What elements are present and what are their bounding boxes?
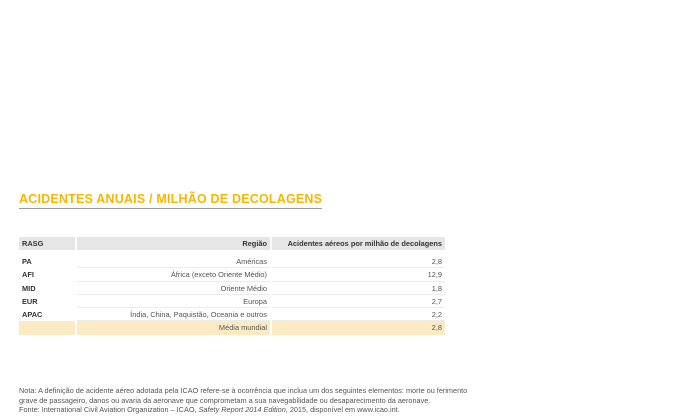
cell-region: África (exceto Oriente Médio) xyxy=(77,268,270,282)
cell-value: 2,8 xyxy=(272,321,445,335)
footnote: Nota: A definição de acidente aéreo adot… xyxy=(19,386,579,415)
cell-region: Média mundial xyxy=(77,321,270,335)
table-row: MID Oriente Médio 1,8 xyxy=(19,282,445,295)
cell-region: Europa xyxy=(77,295,270,309)
source-line: Fonte: International Civil Aviation Orga… xyxy=(19,405,579,415)
page-title: ACIDENTES ANUAIS / MILHÃO DE DECOLAGENS xyxy=(19,192,323,209)
source-prefix: Fonte: International Civil Aviation Orga… xyxy=(19,405,199,414)
table-row: EUR Europa 2,7 xyxy=(19,295,445,309)
source-title: Safety Report 2014 Edition xyxy=(198,405,286,414)
cell-value: 2,2 xyxy=(272,308,445,322)
table-header: RASG Região Acidentes aéreos por milhão … xyxy=(19,237,445,250)
header-code: RASG xyxy=(19,237,75,250)
table-row: AFI África (exceto Oriente Médio) 12,9 xyxy=(19,268,445,282)
cell-region: Américas xyxy=(77,255,270,269)
cell-region: Oriente Médio xyxy=(77,282,270,295)
cell-value: 12,9 xyxy=(272,268,445,282)
table-row: PA Américas 2,8 xyxy=(19,255,445,269)
cell-value: 2,7 xyxy=(272,295,445,309)
cell-code: AFI xyxy=(22,270,34,280)
cell-code: MID xyxy=(22,283,36,293)
accidents-table: RASG Região Acidentes aéreos por milhão … xyxy=(19,237,445,335)
header-value: Acidentes aéreos por milhão de decolagen… xyxy=(272,237,445,250)
cell-code: PA xyxy=(22,257,32,266)
cell-code: APAC xyxy=(22,310,43,320)
note-line-1: Nota: A definição de acidente aéreo adot… xyxy=(19,386,468,395)
cell-value: 2,8 xyxy=(272,255,445,269)
cell-region: Índia, China, Paquistão, Oceania e outro… xyxy=(77,308,270,322)
cell-code xyxy=(19,321,75,335)
note-line-2: grave de passageiro, danos ou avaria da … xyxy=(19,395,431,405)
source-suffix: , 2015, disponível em www.icao.int. xyxy=(285,405,400,414)
header-region: Região xyxy=(77,237,270,250)
cell-value: 1,8 xyxy=(272,282,445,295)
cell-code: EUR xyxy=(22,296,38,306)
world-average-row: Média mundial 2,8 xyxy=(19,321,445,335)
table-row: APAC Índia, China, Paquistão, Oceania e … xyxy=(19,308,445,322)
